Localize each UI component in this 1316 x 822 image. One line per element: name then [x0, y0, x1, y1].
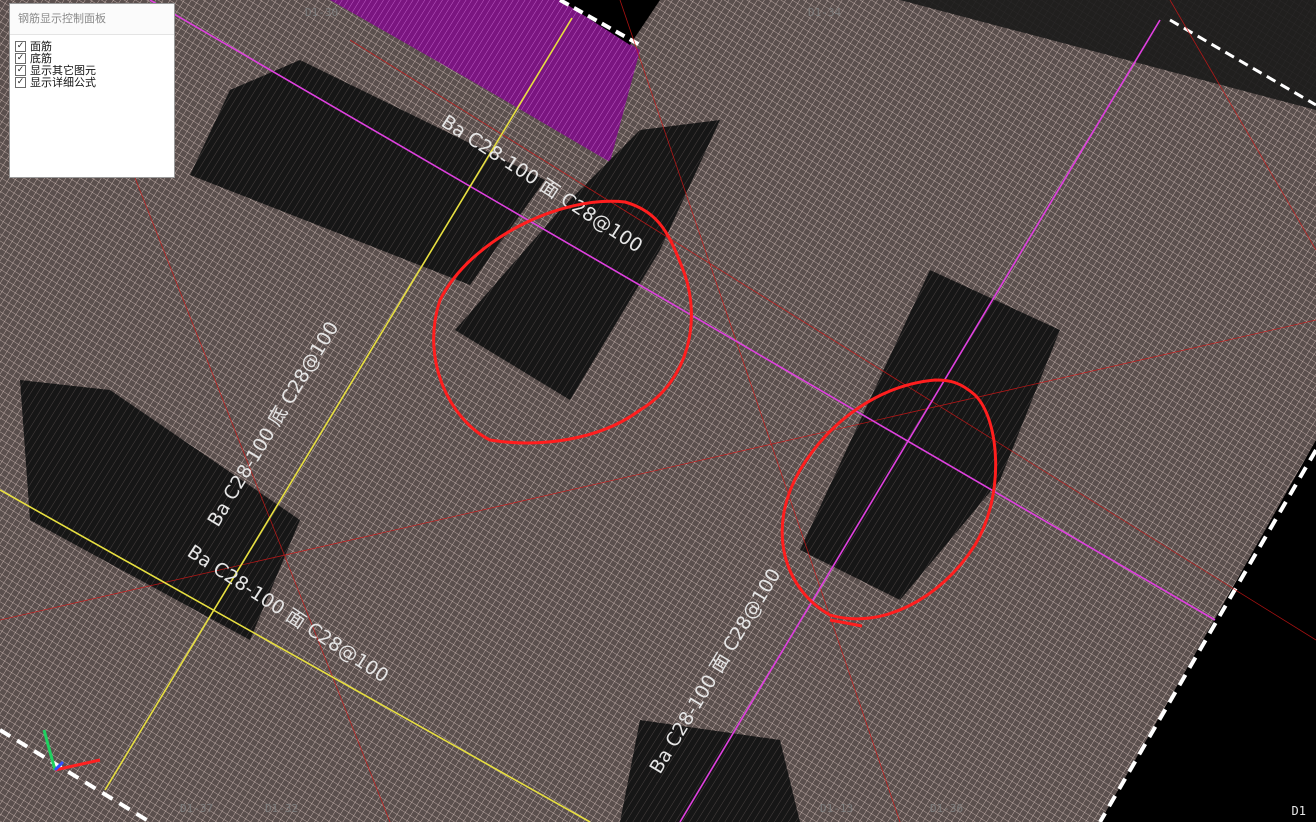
checkbox-check-icon[interactable]: ✓	[15, 76, 26, 88]
grid-label-5: D1-13	[820, 802, 853, 815]
corner-label: D1	[1291, 804, 1306, 818]
grid-label-1: D1-34	[808, 6, 841, 19]
option-label: 显示详细公式	[30, 76, 96, 89]
grid-label-2: D1-30	[305, 6, 338, 19]
slab-mesh	[0, 0, 1316, 822]
checkbox-check-icon[interactable]: ✓	[15, 40, 26, 52]
option-list: ✓ 面筋 ✓ 底筋 ✓ 显示其它图元 ✓ 显示详细公式	[10, 35, 174, 89]
panel-title: 钢筋显示控制面板	[10, 4, 174, 35]
checkbox-check-icon[interactable]: ✓	[15, 52, 26, 64]
rebar-display-control-panel: 钢筋显示控制面板 ✓ 面筋 ✓ 底筋 ✓ 显示其它图元 ✓ 显示详细公式	[9, 3, 175, 178]
cad-3d-viewport[interactable]: Ba C28-100 面 C28@100 Ba C28-100 底 C28@10…	[0, 0, 1316, 822]
option-show-detailed-formula[interactable]: ✓ 显示详细公式	[15, 76, 174, 89]
grid-label-6: D1-36	[930, 802, 963, 815]
grid-label-4: D1-32	[265, 802, 298, 815]
grid-label-3: D1-37	[180, 802, 213, 815]
checkbox-check-icon[interactable]: ✓	[15, 64, 26, 76]
